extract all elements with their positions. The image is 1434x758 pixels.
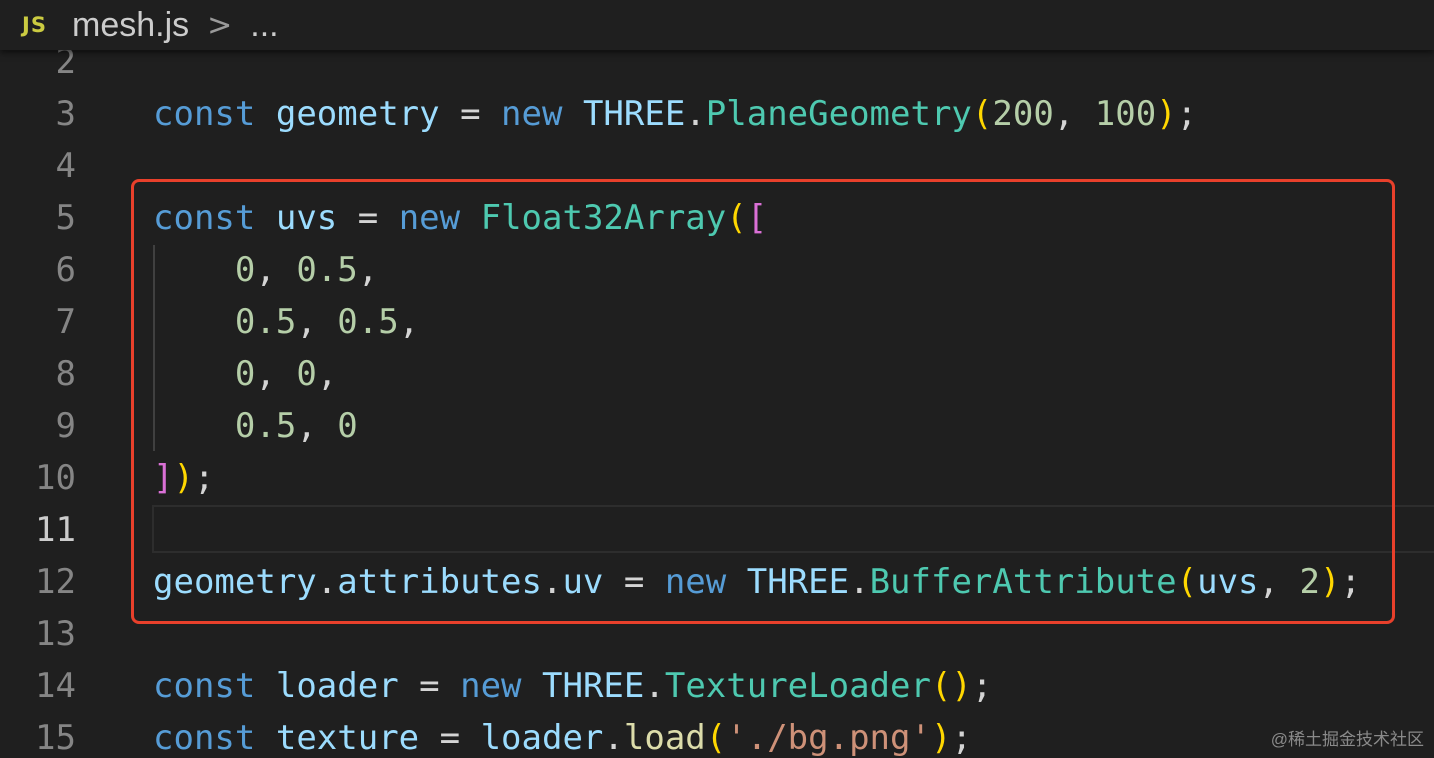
code-token: new	[460, 666, 522, 706]
line-number: 6	[55, 250, 76, 290]
line-number: 3	[55, 94, 76, 134]
code-editor[interactable]: JS mesh.js > ... 2 3 const geometry = new …	[0, 0, 1434, 758]
line-number: 5	[55, 198, 76, 238]
code-token: const	[153, 718, 256, 758]
line-number: 4	[55, 146, 76, 186]
code-token: TextureLoader	[664, 666, 931, 706]
code-token: 100	[1094, 94, 1157, 134]
code-token: (	[971, 94, 993, 134]
code-token: =	[419, 718, 481, 758]
code-token: =	[398, 666, 461, 706]
code-token: (	[705, 718, 727, 758]
code-token: THREE	[542, 666, 645, 706]
highlight-annotation-box	[131, 179, 1395, 624]
code-line[interactable]: 15 const texture = loader.load('./bg.png'…	[0, 712, 1434, 758]
code-token: THREE	[582, 94, 686, 134]
breadcrumb-file[interactable]: mesh.js	[72, 6, 189, 45]
code-token: loader	[275, 666, 399, 706]
line-number: 12	[35, 562, 76, 602]
javascript-file-icon: JS	[22, 13, 47, 37]
breadcrumb: JS mesh.js > ...	[0, 0, 1434, 50]
line-text: const loader = new THREE.TextureLoader()…	[153, 660, 992, 712]
code-token: geometry	[275, 94, 440, 134]
code-token: =	[439, 94, 502, 134]
code-token: )	[930, 718, 952, 758]
code-token: ()	[930, 666, 972, 706]
code-token: './bg.png'	[726, 718, 931, 758]
code-token: const	[153, 94, 256, 134]
code-token: load	[623, 718, 706, 758]
watermark: @稀土掘金技术社区	[1270, 730, 1424, 749]
line-number: 9	[55, 406, 76, 446]
code-token: ;	[951, 718, 972, 758]
line-number: 11	[35, 510, 76, 550]
chevron-right-icon: >	[207, 7, 233, 43]
code-token: .	[603, 718, 624, 758]
line-text: const geometry = new THREE.PlaneGeometry…	[153, 88, 1197, 140]
code-token: PlaneGeometry	[705, 94, 972, 134]
code-token: ;	[971, 666, 993, 706]
code-token: .	[685, 94, 706, 134]
line-number: 15	[35, 718, 76, 758]
line-number: 7	[55, 302, 76, 342]
code-token: ,	[1053, 94, 1095, 134]
line-number: 8	[55, 354, 76, 394]
code-token: new	[501, 94, 563, 134]
line-number: 14	[35, 666, 76, 706]
code-token: 200	[992, 94, 1054, 134]
code-line[interactable]: 14 const loader = new THREE.TextureLoader…	[0, 660, 1434, 712]
code-token: texture	[275, 718, 420, 758]
code-token: )	[1156, 94, 1177, 134]
code-token: loader	[480, 718, 604, 758]
line-number: 10	[35, 458, 76, 498]
code-line[interactable]: 3 const geometry = new THREE.PlaneGeometr…	[0, 88, 1434, 140]
code-token: const	[153, 666, 256, 706]
breadcrumb-symbols[interactable]: ...	[250, 6, 278, 45]
line-number: 13	[35, 614, 76, 654]
code-token: .	[644, 666, 665, 706]
code-token: ;	[1176, 94, 1198, 134]
line-text: const texture = loader.load('./bg.png');	[153, 712, 972, 758]
